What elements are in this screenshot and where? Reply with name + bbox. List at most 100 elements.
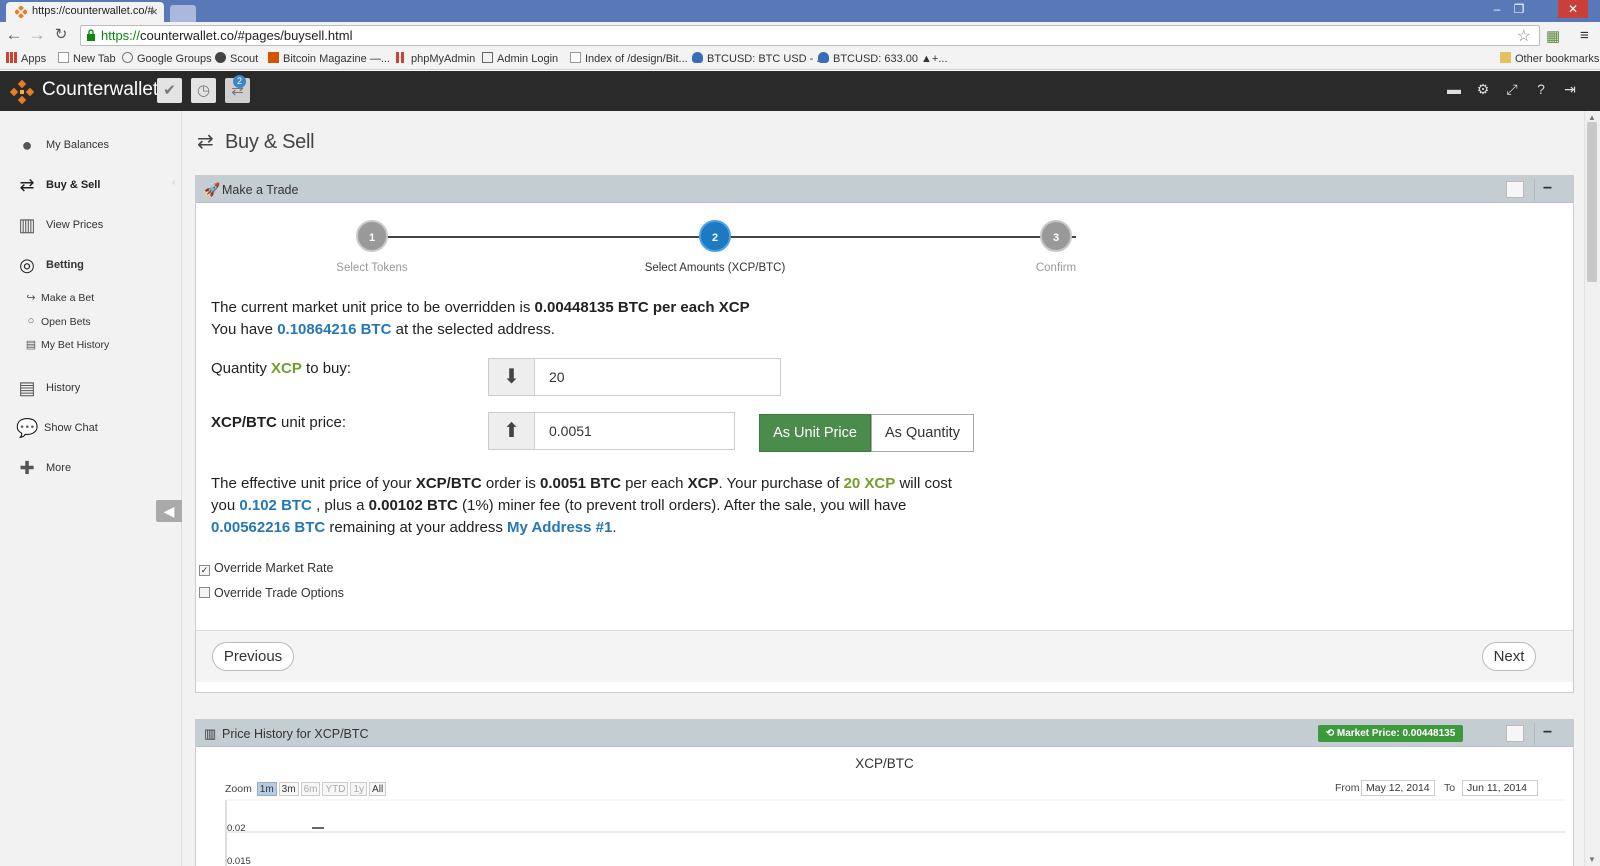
- bar-chart-icon: ▥: [18, 215, 36, 235]
- address-link[interactable]: My Address #1: [507, 519, 612, 536]
- quantity-label: Quantity XCP to buy:: [211, 360, 352, 377]
- sidebar-item-show-chat[interactable]: 💬 Show Chat: [0, 409, 182, 445]
- sidebar-item-label: History: [46, 382, 81, 394]
- restore-icon[interactable]: ❐: [1510, 2, 1528, 16]
- minimize-panel-icon[interactable]: ▬: [1445, 81, 1463, 97]
- zoom-ytd-button[interactable]: YTD: [322, 782, 349, 796]
- previous-button[interactable]: Previous: [212, 642, 294, 671]
- order-summary: The effective unit price of your XCP/BTC…: [211, 475, 952, 536]
- make-a-trade-widget: 🚀 Make a Trade − 1 2 3 Select Tokens Sel…: [195, 175, 1574, 693]
- zoom-6m-button[interactable]: 6m: [300, 782, 321, 796]
- phpmyadmin-icon: [396, 52, 407, 63]
- arrow-up-circle-icon: ⬆: [489, 413, 535, 449]
- tab-close-icon[interactable]: ×: [150, 4, 158, 19]
- scroll-up-icon[interactable]: ▲: [1588, 113, 1596, 122]
- logout-icon[interactable]: ⇥: [1561, 81, 1579, 98]
- help-icon[interactable]: ?: [1532, 81, 1550, 97]
- bookmark-apps[interactable]: Apps: [6, 52, 46, 65]
- scroll-down-icon[interactable]: ▼: [1588, 855, 1596, 864]
- bookmark-star-icon[interactable]: ☆: [1517, 26, 1531, 46]
- clock-icon[interactable]: ◷: [191, 78, 216, 103]
- address-bar[interactable]: https://counterwallet.co/#pages/buysell.…: [80, 25, 1540, 46]
- y-tick-0.015: 0.015: [227, 856, 251, 866]
- settings-gear-icon[interactable]: ⚙: [1474, 81, 1492, 98]
- sidebar-item-label: Betting: [46, 259, 84, 271]
- override-market-rate-checkbox[interactable]: ✓ Override Market Rate: [199, 561, 333, 576]
- bookmark-admin-login[interactable]: Admin Login: [482, 52, 558, 65]
- as-unit-price-button[interactable]: As Unit Price: [759, 414, 871, 452]
- zoom-1y-button[interactable]: 1y: [350, 782, 368, 796]
- counterwallet-favicon-icon: [15, 6, 27, 18]
- checkmark-icon[interactable]: ✔: [157, 78, 182, 103]
- sidebar-item-make-a-bet[interactable]: ↪ Make a Bet: [0, 288, 182, 308]
- browser-tabstrip: https://counterwallet.co/# × – ❐ ✕: [0, 0, 1600, 22]
- widget-header: ▥ Price History for XCP/BTC ⟲ Market Pri…: [196, 720, 1573, 747]
- bookmark-bitcoin-magazine[interactable]: Bitcoin Magazine —...: [268, 52, 390, 65]
- forward-icon[interactable]: →: [27, 25, 47, 45]
- to-date-input[interactable]: Jun 11, 2014: [1462, 780, 1538, 796]
- widget-title: Price History for XCP/BTC: [222, 727, 369, 741]
- url-text: counterwallet.co/#pages/buysell.html: [140, 28, 353, 43]
- quantity-input-group: ⬇: [488, 358, 781, 396]
- unit-price-input[interactable]: [535, 413, 734, 449]
- widget-toggle-button[interactable]: [1506, 725, 1524, 742]
- new-tab-button[interactable]: [170, 5, 196, 22]
- bookmark-btcusd-2[interactable]: BTCUSD: 633.00 ▲+...: [818, 52, 948, 65]
- bookmark-index-design[interactable]: Index of /design/Bit...: [570, 52, 688, 65]
- price-chart: 0.02 0.015: [225, 799, 1566, 866]
- wizard-step-2[interactable]: 2: [699, 220, 731, 252]
- other-bookmarks[interactable]: Other bookmarks: [1500, 52, 1599, 65]
- widget-minimize-icon[interactable]: −: [1534, 179, 1560, 201]
- sidebar-item-betting[interactable]: ◎ Betting: [0, 246, 182, 282]
- chevron-left-icon: ‹: [172, 177, 176, 188]
- scrollbar-thumb[interactable]: [1587, 122, 1597, 282]
- reload-icon[interactable]: ↻: [51, 25, 71, 45]
- fullscreen-icon[interactable]: ⤢: [1503, 81, 1521, 98]
- btc-balance: 0.10864216 BTC: [277, 321, 392, 338]
- window-close-icon[interactable]: ✕: [1558, 0, 1588, 18]
- bookmark-new-tab[interactable]: New Tab: [58, 52, 116, 65]
- sidebar-item-my-bet-history[interactable]: ▤ My Bet History: [0, 335, 182, 355]
- wizard-step-3[interactable]: 3: [1040, 220, 1072, 252]
- bookmark-phpmyadmin[interactable]: phpMyAdmin: [396, 52, 475, 65]
- as-quantity-button[interactable]: As Quantity: [871, 414, 974, 452]
- brand-name[interactable]: Counterwallet: [42, 79, 158, 101]
- widget-minimize-icon[interactable]: −: [1534, 723, 1560, 745]
- zoom-all-button[interactable]: All: [369, 782, 387, 796]
- extension-icon[interactable]: ▦: [1546, 27, 1560, 45]
- zoom-3m-button[interactable]: 3m: [278, 782, 299, 796]
- checkbox-checked-icon: ✓: [199, 565, 210, 576]
- widget-title: Make a Trade: [222, 183, 299, 197]
- sidebar-item-open-bets[interactable]: ○ Open Bets: [0, 312, 182, 332]
- menu-icon[interactable]: ≡: [1580, 27, 1589, 44]
- counterwallet-logo-icon[interactable]: [10, 80, 34, 104]
- sidebar-collapse-button[interactable]: ◀: [156, 500, 182, 522]
- sidebar-item-more[interactable]: ✚ More: [0, 449, 182, 485]
- wizard-step-1[interactable]: 1: [356, 220, 388, 252]
- minimize-icon[interactable]: –: [1488, 2, 1506, 16]
- tab-title: https://counterwallet.co/#: [32, 5, 154, 17]
- override-trade-options-checkbox[interactable]: Override Trade Options: [199, 586, 344, 600]
- sidebar-item-my-balances[interactable]: ● My Balances: [0, 126, 182, 162]
- bookmark-scout[interactable]: Scout: [215, 52, 258, 65]
- page-icon: [570, 52, 581, 63]
- next-button[interactable]: Next: [1482, 642, 1536, 671]
- zoom-1m-button[interactable]: 1m: [256, 782, 277, 796]
- widget-toggle-button[interactable]: [1506, 181, 1524, 198]
- sidebar-item-view-prices[interactable]: ▥ View Prices: [0, 206, 182, 242]
- sidebar-item-label: Buy & Sell: [46, 179, 101, 191]
- sidebar-item-buy-sell[interactable]: ⇄ Buy & Sell ‹: [0, 166, 182, 202]
- sidebar-item-history[interactable]: ▤ History: [0, 369, 182, 405]
- back-icon[interactable]: ←: [4, 25, 24, 45]
- widget-footer: Previous Next: [196, 630, 1573, 682]
- browser-tab[interactable]: https://counterwallet.co/# ×: [6, 2, 164, 22]
- bookmark-btcusd-1[interactable]: BTCUSD: BTC USD - ...: [692, 52, 826, 65]
- market-price-info: The current market unit price to be over…: [211, 299, 750, 338]
- bookmark-google-groups[interactable]: Google Groups: [122, 52, 212, 65]
- zoom-label: Zoom: [225, 783, 252, 795]
- from-date-input[interactable]: May 12, 2014: [1361, 780, 1435, 796]
- bookmarks-bar: Apps New Tab Google Groups Scout Bitcoin…: [0, 48, 1600, 70]
- price-history-widget: ▥ Price History for XCP/BTC ⟲ Market Pri…: [195, 719, 1574, 866]
- sidebar-item-label: My Bet History: [41, 339, 110, 351]
- quantity-input[interactable]: [535, 359, 780, 395]
